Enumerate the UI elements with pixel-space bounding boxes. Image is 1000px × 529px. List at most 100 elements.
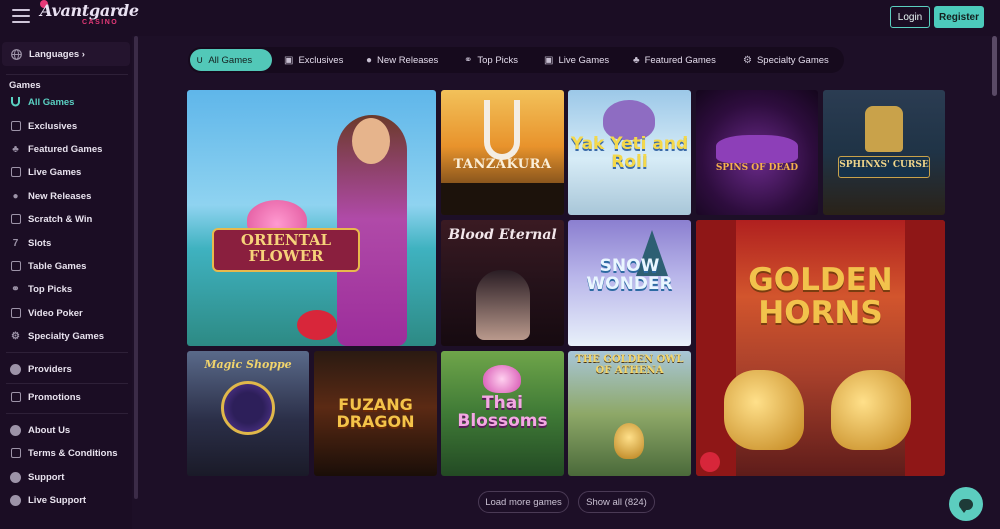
sidebar-item-label: Promotions bbox=[28, 391, 81, 403]
character-face bbox=[352, 118, 390, 164]
sidebar: Languages › Games All Games Exclusives ♣… bbox=[0, 36, 132, 529]
chat-icon bbox=[959, 498, 973, 513]
gear-icon: ⚙ bbox=[743, 54, 752, 66]
game-title: Thai Blossoms bbox=[457, 393, 548, 431]
game-title: SPHINXS' CURSE bbox=[839, 160, 929, 170]
sidebar-item-label: Live Games bbox=[28, 166, 82, 178]
tab-specialty-games[interactable]: ⚙ Specialty Games bbox=[737, 49, 839, 71]
sidebar-item-label: Exclusives bbox=[28, 120, 78, 132]
chat-icon bbox=[9, 494, 22, 507]
live-icon: ▣ bbox=[544, 54, 554, 66]
document-icon bbox=[9, 447, 22, 460]
tab-label: All Games bbox=[208, 54, 253, 66]
category-tabs: ∪ All Games ▣ Exclusives ● New Releases … bbox=[188, 47, 844, 73]
hibiscus-flower bbox=[297, 310, 337, 340]
login-button[interactable]: Login bbox=[890, 6, 930, 28]
tab-all-games[interactable]: ∪ All Games bbox=[190, 49, 272, 71]
tab-label: New Releases bbox=[377, 54, 439, 66]
tab-top-picks[interactable]: ⚭ Top Picks bbox=[458, 49, 530, 71]
sidebar-item-label: Top Picks bbox=[28, 283, 73, 295]
page-scrollbar[interactable] bbox=[992, 36, 997, 96]
game-tile-fuzang-dragon[interactable]: FUZANG DRAGON bbox=[314, 351, 437, 476]
info-icon bbox=[9, 424, 22, 437]
horseshoe-icon bbox=[9, 96, 22, 109]
sidebar-divider bbox=[6, 413, 128, 414]
game-title: Blood Eternal bbox=[448, 227, 557, 243]
game-tile-oriental-flower[interactable]: ORIENTAL FLOWER bbox=[187, 90, 436, 346]
sidebar-item-terms-conditions[interactable]: Terms & Conditions bbox=[9, 445, 129, 461]
game-tile-golden-owl-athena[interactable]: THE GOLDEN OWL OF ATHENA bbox=[568, 351, 691, 476]
golden-bull-left bbox=[724, 370, 804, 450]
sidebar-item-providers[interactable]: Providers bbox=[9, 361, 129, 377]
game-tile-spins-of-dead[interactable]: SPINS OF DEAD bbox=[696, 90, 818, 215]
live-chat-button[interactable] bbox=[949, 487, 983, 521]
top-bar: Avantgarde CASINO Login Register bbox=[0, 0, 1000, 36]
tab-exclusives[interactable]: ▣ Exclusives bbox=[278, 49, 354, 71]
sidebar-item-label: Slots bbox=[28, 237, 52, 249]
character-figure bbox=[476, 270, 530, 340]
sidebar-item-label: Terms & Conditions bbox=[28, 447, 118, 459]
game-tile-tanzakura[interactable]: TANZAKURA bbox=[441, 90, 564, 215]
sidebar-item-label: Table Games bbox=[28, 260, 87, 272]
tab-featured-games[interactable]: ♣ Featured Games bbox=[627, 49, 727, 71]
show-all-button[interactable]: Show all (824) bbox=[578, 491, 655, 513]
tab-live-games[interactable]: ▣ Live Games bbox=[538, 49, 618, 71]
sidebar-item-new-releases[interactable]: ● New Releases bbox=[9, 188, 129, 204]
languages-selector[interactable]: Languages › bbox=[2, 42, 130, 66]
game-title: THE GOLDEN OWL OF ATHENA bbox=[575, 354, 684, 376]
sidebar-item-table-games[interactable]: Table Games bbox=[9, 258, 129, 274]
sidebar-item-specialty-games[interactable]: ⚙ Specialty Games bbox=[9, 328, 129, 344]
providers-icon bbox=[9, 363, 22, 376]
game-tile-sphinxs-curse[interactable]: SPHINXS' CURSE bbox=[823, 90, 945, 215]
game-title: SNOW WONDER bbox=[586, 256, 673, 294]
sidebar-item-promotions[interactable]: Promotions bbox=[9, 389, 129, 405]
tab-label: Specialty Games bbox=[756, 54, 829, 66]
sidebar-item-top-picks[interactable]: ⚭ Top Picks bbox=[9, 281, 129, 297]
video-poker-icon bbox=[9, 307, 22, 320]
sidebar-item-label: All Games bbox=[28, 96, 75, 108]
provider-badge-icon bbox=[700, 452, 720, 472]
pharaoh-figure bbox=[865, 106, 903, 152]
game-tile-blood-eternal[interactable]: Blood Eternal bbox=[441, 220, 564, 346]
game-tile-thai-blossoms[interactable]: Thai Blossoms bbox=[441, 351, 564, 476]
game-tile-golden-horns[interactable]: GOLDEN HORNS bbox=[696, 220, 945, 476]
menu-icon[interactable] bbox=[12, 9, 32, 25]
scratch-icon bbox=[9, 213, 22, 226]
sidebar-item-featured-games[interactable]: ♣ Featured Games bbox=[9, 141, 129, 157]
casino-logo[interactable]: Avantgarde CASINO bbox=[40, 0, 139, 33]
sidebar-item-live-games[interactable]: Live Games bbox=[9, 164, 129, 180]
sidebar-item-slots[interactable]: 7 Slots bbox=[9, 235, 129, 251]
sidebar-item-label: Providers bbox=[28, 363, 72, 375]
register-button[interactable]: Register bbox=[934, 6, 984, 28]
languages-label: Languages › bbox=[29, 48, 85, 60]
logo-subtext: CASINO bbox=[82, 19, 119, 26]
sidebar-item-video-poker[interactable]: Video Poker bbox=[9, 305, 129, 321]
games-heading: Games bbox=[9, 80, 41, 91]
support-icon bbox=[9, 471, 22, 484]
load-more-button[interactable]: Load more games bbox=[478, 491, 569, 513]
lotus-icon bbox=[483, 365, 521, 393]
golden-bull-right bbox=[831, 370, 911, 450]
game-tile-snow-wonder[interactable]: SNOW WONDER bbox=[568, 220, 691, 346]
sidebar-item-label: Video Poker bbox=[28, 307, 83, 319]
sidebar-item-label: Live Support bbox=[28, 494, 87, 506]
game-tile-magic-shoppe[interactable]: Magic Shoppe bbox=[187, 351, 309, 476]
sidebar-item-scratch-win[interactable]: Scratch & Win bbox=[9, 211, 129, 227]
tab-new-releases[interactable]: ● New Releases bbox=[360, 49, 452, 71]
horseshoe-icon: ∪ bbox=[196, 54, 204, 66]
sidebar-item-about-us[interactable]: About Us bbox=[9, 422, 129, 438]
sidebar-item-label: Scratch & Win bbox=[28, 213, 93, 225]
new-releases-icon: ● bbox=[366, 54, 373, 66]
sidebar-item-exclusives[interactable]: Exclusives bbox=[9, 118, 129, 134]
sidebar-scrollbar[interactable] bbox=[134, 36, 138, 499]
tab-label: Exclusives bbox=[298, 54, 344, 66]
sidebar-item-live-support[interactable]: Live Support bbox=[9, 492, 129, 508]
sidebar-item-all-games[interactable]: All Games bbox=[9, 94, 129, 110]
sidebar-divider bbox=[6, 383, 128, 384]
exclusive-icon bbox=[9, 120, 22, 133]
sidebar-item-label: Support bbox=[28, 471, 65, 483]
clover-icon: ♣ bbox=[633, 54, 640, 66]
sidebar-item-label: Specialty Games bbox=[28, 330, 105, 342]
game-tile-yak-yeti-roll[interactable]: Yak Yeti and Roll bbox=[568, 90, 691, 215]
sidebar-item-support[interactable]: Support bbox=[9, 469, 129, 485]
